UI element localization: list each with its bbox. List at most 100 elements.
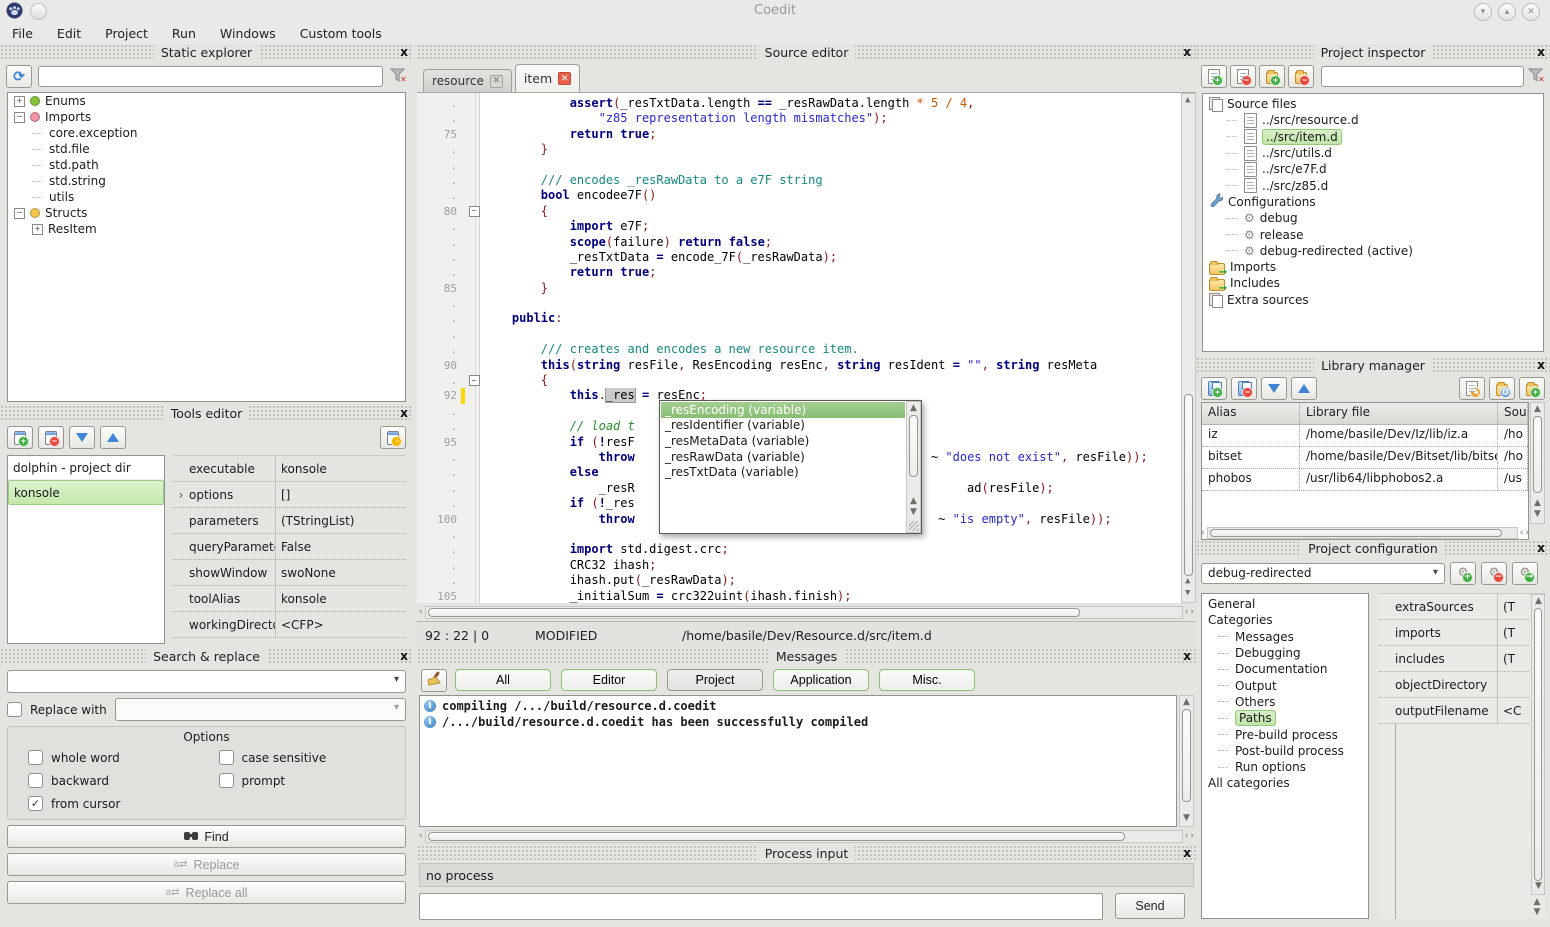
symbol-tree-item[interactable]: std.string <box>8 173 405 189</box>
replace-button[interactable]: a⇄ Replace <box>7 853 406 876</box>
checkbox-icon[interactable] <box>28 750 43 765</box>
configuration-category[interactable]: Debugging <box>1204 645 1366 661</box>
code-line[interactable]: . public: <box>417 311 1180 326</box>
maximize-button[interactable]: ▴ <box>1498 3 1516 21</box>
project-tree-item[interactable]: ../src/utils.d <box>1205 145 1541 161</box>
message-filter-misc[interactable]: Misc. <box>879 669 975 691</box>
search-option[interactable]: prompt <box>207 773 398 788</box>
remove-folder-button[interactable]: − <box>1288 65 1314 88</box>
library-row[interactable]: iz/home/basile/Dev/Iz/lib/iz.a/ho <box>1202 425 1528 447</box>
remove-tool-button[interactable]: − <box>38 426 64 449</box>
remove-configuration-button[interactable]: ⚙− <box>1481 562 1507 585</box>
code-line[interactable]: . scope(failure) return false; <box>417 235 1180 250</box>
search-option[interactable]: whole word <box>16 750 207 765</box>
property-value[interactable]: konsole <box>276 592 406 606</box>
code-line[interactable]: . } <box>417 142 1180 157</box>
minimize-button[interactable]: ▾ <box>1474 3 1492 21</box>
scroll-left-icon[interactable]: ‹ <box>1520 529 1524 538</box>
scroll-left-icon[interactable]: ‹ <box>419 608 423 617</box>
filter-icon[interactable]: ✕ <box>389 67 407 86</box>
property-row[interactable]: includes(T <box>1379 646 1529 672</box>
completion-scrollbar[interactable]: ▲ ▲ ▼ <box>906 401 921 533</box>
add-library-button[interactable]: + <box>1201 377 1227 400</box>
completion-item[interactable]: _resIdentifier (variable) <box>661 418 905 434</box>
search-option[interactable]: ✓from cursor <box>16 796 207 811</box>
property-row[interactable]: outputFilename<C <box>1379 698 1529 724</box>
library-column-header[interactable]: Alias <box>1202 403 1300 424</box>
code-line[interactable]: . ihash.put(_resRawData); <box>417 573 1180 588</box>
scroll-right-icon[interactable]: › <box>1190 832 1194 841</box>
move-library-down-button[interactable] <box>1261 377 1287 400</box>
collapse-icon[interactable]: − <box>14 112 25 123</box>
send-button[interactable]: Send <box>1115 893 1185 919</box>
resize-grip[interactable] <box>909 521 919 531</box>
configuration-category[interactable]: Run options <box>1204 759 1366 775</box>
messages-vertical-scrollbar[interactable]: ▲ ▼ <box>1179 695 1194 827</box>
find-button[interactable]: Find <box>7 825 406 848</box>
close-button[interactable]: ✕ <box>1522 3 1540 21</box>
remove-library-button[interactable]: − <box>1231 377 1257 400</box>
panel-close-icon[interactable]: x <box>1537 541 1545 555</box>
property-value[interactable]: konsole <box>276 462 406 476</box>
menu-item-file[interactable]: File <box>0 26 45 41</box>
code-line[interactable]: . "z85 representation length mismatches"… <box>417 111 1180 126</box>
code-line[interactable]: . <box>417 327 1180 342</box>
checkbox-icon[interactable] <box>219 773 234 788</box>
property-row[interactable]: showWindowswoNone <box>173 560 406 586</box>
library-column-header[interactable]: Library file <box>1300 403 1498 424</box>
replace-term-combo[interactable]: ▾ <box>115 698 406 721</box>
symbol-tree-item[interactable]: utils <box>8 189 405 205</box>
move-library-up-button[interactable] <box>1291 377 1317 400</box>
tool-list-item[interactable]: dolphin - project dir <box>8 456 164 480</box>
search-option[interactable]: case sensitive <box>207 750 398 765</box>
property-row[interactable]: workingDirectory<CFP> <box>173 612 406 638</box>
checkbox-icon[interactable] <box>28 773 43 788</box>
tool-list-item[interactable]: konsole <box>8 480 164 505</box>
property-value[interactable]: (T <box>1498 600 1529 614</box>
code-line[interactable]: . import e7F; <box>417 219 1180 234</box>
property-row[interactable]: toolAliaskonsole <box>173 586 406 612</box>
code-line[interactable]: .− { <box>417 373 1180 388</box>
tab-close-icon[interactable]: ✕ <box>490 75 503 88</box>
menu-item-run[interactable]: Run <box>160 26 208 41</box>
property-value[interactable]: False <box>276 540 406 554</box>
property-row[interactable]: imports(T <box>1379 620 1529 646</box>
property-value[interactable]: [] <box>276 488 406 502</box>
expand-icon[interactable]: + <box>32 224 43 235</box>
message-filter-application[interactable]: Application <box>773 669 869 691</box>
panel-close-icon[interactable]: x <box>1183 846 1191 860</box>
move-tool-up-button[interactable] <box>100 426 126 449</box>
scroll-left-icon[interactable]: ‹ <box>1185 608 1189 617</box>
project-tree-item[interactable]: ../src/resource.d <box>1205 112 1541 128</box>
configuration-category[interactable]: Output <box>1204 677 1366 693</box>
property-value[interactable]: (TStringList) <box>276 514 406 528</box>
library-from-project-button[interactable]: ⚙ <box>1489 377 1515 400</box>
code-line[interactable]: 90 this(string resFile, ResEncoding resE… <box>417 358 1180 373</box>
library-row[interactable]: phobos/usr/lib64/libphobos2.a/us <box>1202 469 1528 491</box>
project-tree-item[interactable]: ../src/z85.d <box>1205 177 1541 193</box>
code-line[interactable]: . /// creates and encodes a new resource… <box>417 342 1180 357</box>
configuration-category[interactable]: Documentation <box>1204 661 1366 677</box>
code-line[interactable]: . /// encodes _resRawData to a e7F strin… <box>417 173 1180 188</box>
scroll-left-icon[interactable]: ‹ <box>419 832 423 841</box>
property-value[interactable]: (T <box>1498 626 1529 640</box>
replace-with-checkbox[interactable] <box>7 702 22 717</box>
menu-item-project[interactable]: Project <box>93 26 160 41</box>
property-row[interactable]: parameters(TStringList) <box>173 508 406 534</box>
library-horizontal-scrollbar[interactable] <box>1207 527 1518 539</box>
code-line[interactable]: . _resTxtData = encode_7F(_resRawData); <box>417 250 1180 265</box>
editor-vertical-scrollbar[interactable]: ▲ ▲ ▼ <box>1181 93 1196 603</box>
symbol-tree-item[interactable]: −Imports <box>8 109 405 125</box>
project-tree-item[interactable]: ../src/item.d <box>1205 129 1541 145</box>
process-input-field[interactable] <box>419 893 1103 920</box>
message-filter-all[interactable]: All <box>455 669 551 691</box>
add-folder-button[interactable]: + <box>1259 65 1285 88</box>
property-row[interactable]: queryParametersFalse <box>173 534 406 560</box>
configuration-category[interactable]: Post-build process <box>1204 743 1366 759</box>
panel-close-icon[interactable]: x <box>1183 649 1191 663</box>
property-row[interactable]: ›options[] <box>173 482 406 508</box>
remove-source-button[interactable]: − <box>1230 65 1256 88</box>
library-column-header[interactable]: Sources <box>1498 403 1528 424</box>
symbol-tree-item[interactable]: +ResItem <box>8 221 405 237</box>
panel-close-icon[interactable]: x <box>400 649 408 663</box>
